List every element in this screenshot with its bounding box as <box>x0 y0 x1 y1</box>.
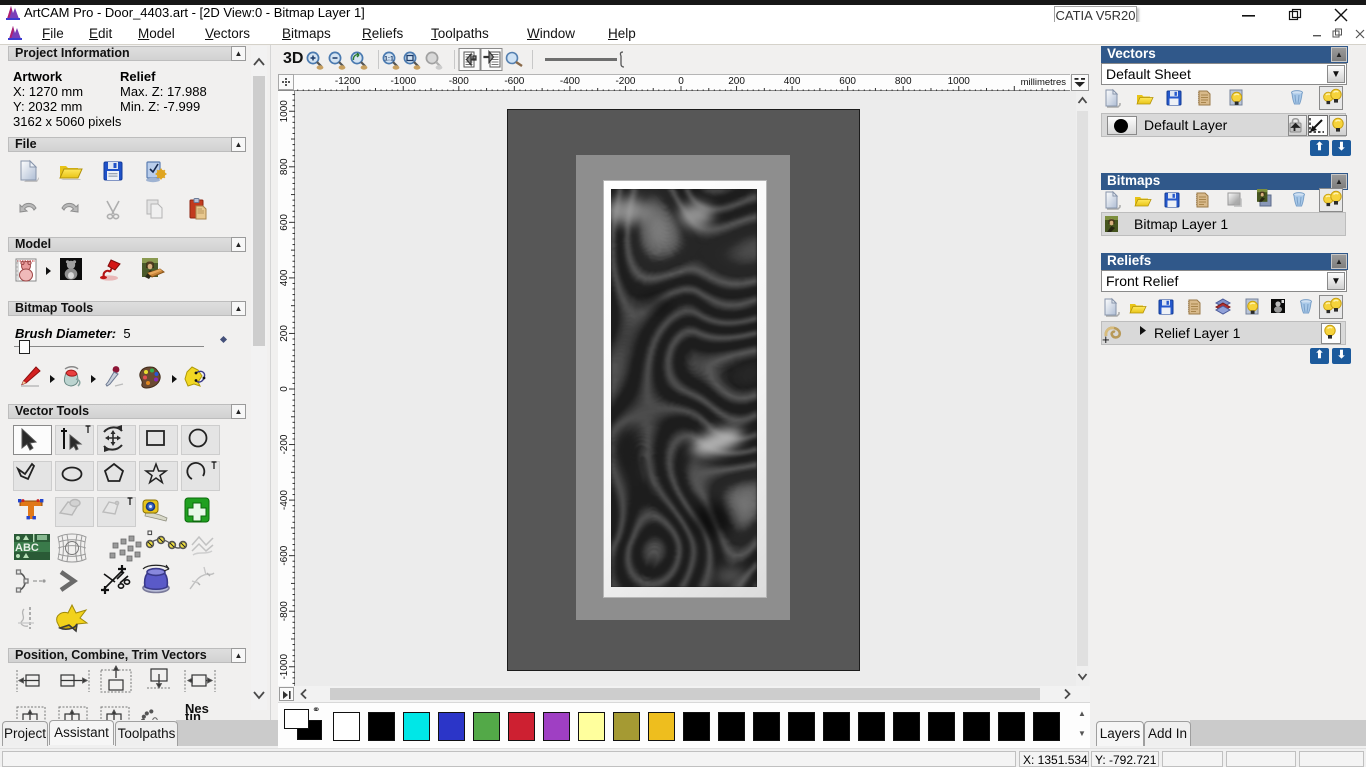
svg-text:800: 800 <box>279 158 290 175</box>
svg-text:-200: -200 <box>279 434 290 454</box>
svg-text:-400: -400 <box>279 490 290 510</box>
svg-text:-1200: -1200 <box>335 76 361 87</box>
svg-text:1000: 1000 <box>279 100 290 123</box>
svg-text:-400: -400 <box>560 76 580 87</box>
svg-text:-600: -600 <box>504 76 524 87</box>
svg-text:200: 200 <box>279 325 290 342</box>
svg-text:-600: -600 <box>279 545 290 565</box>
svg-text:-800: -800 <box>449 76 469 87</box>
svg-text:-1000: -1000 <box>279 654 290 680</box>
svg-text:tin: tin <box>185 709 201 720</box>
svg-text:1000: 1000 <box>948 76 971 87</box>
svg-text:0: 0 <box>279 386 290 392</box>
svg-text:-1000: -1000 <box>390 76 416 87</box>
svg-text:ABC: ABC <box>15 542 39 554</box>
svg-text:0: 0 <box>678 76 684 87</box>
svg-text:1:1: 1:1 <box>384 56 394 63</box>
svg-text:600: 600 <box>839 76 856 87</box>
svg-text:-800: -800 <box>279 601 290 621</box>
svg-text:600: 600 <box>279 214 290 231</box>
svg-text:400: 400 <box>279 269 290 286</box>
svg-text:-200: -200 <box>615 76 635 87</box>
svg-text:millimetres: millimetres <box>1021 77 1067 88</box>
svg-text:+: + <box>1102 332 1110 347</box>
svg-text:200: 200 <box>728 76 745 87</box>
svg-text:400: 400 <box>784 76 801 87</box>
svg-text:800: 800 <box>895 76 912 87</box>
